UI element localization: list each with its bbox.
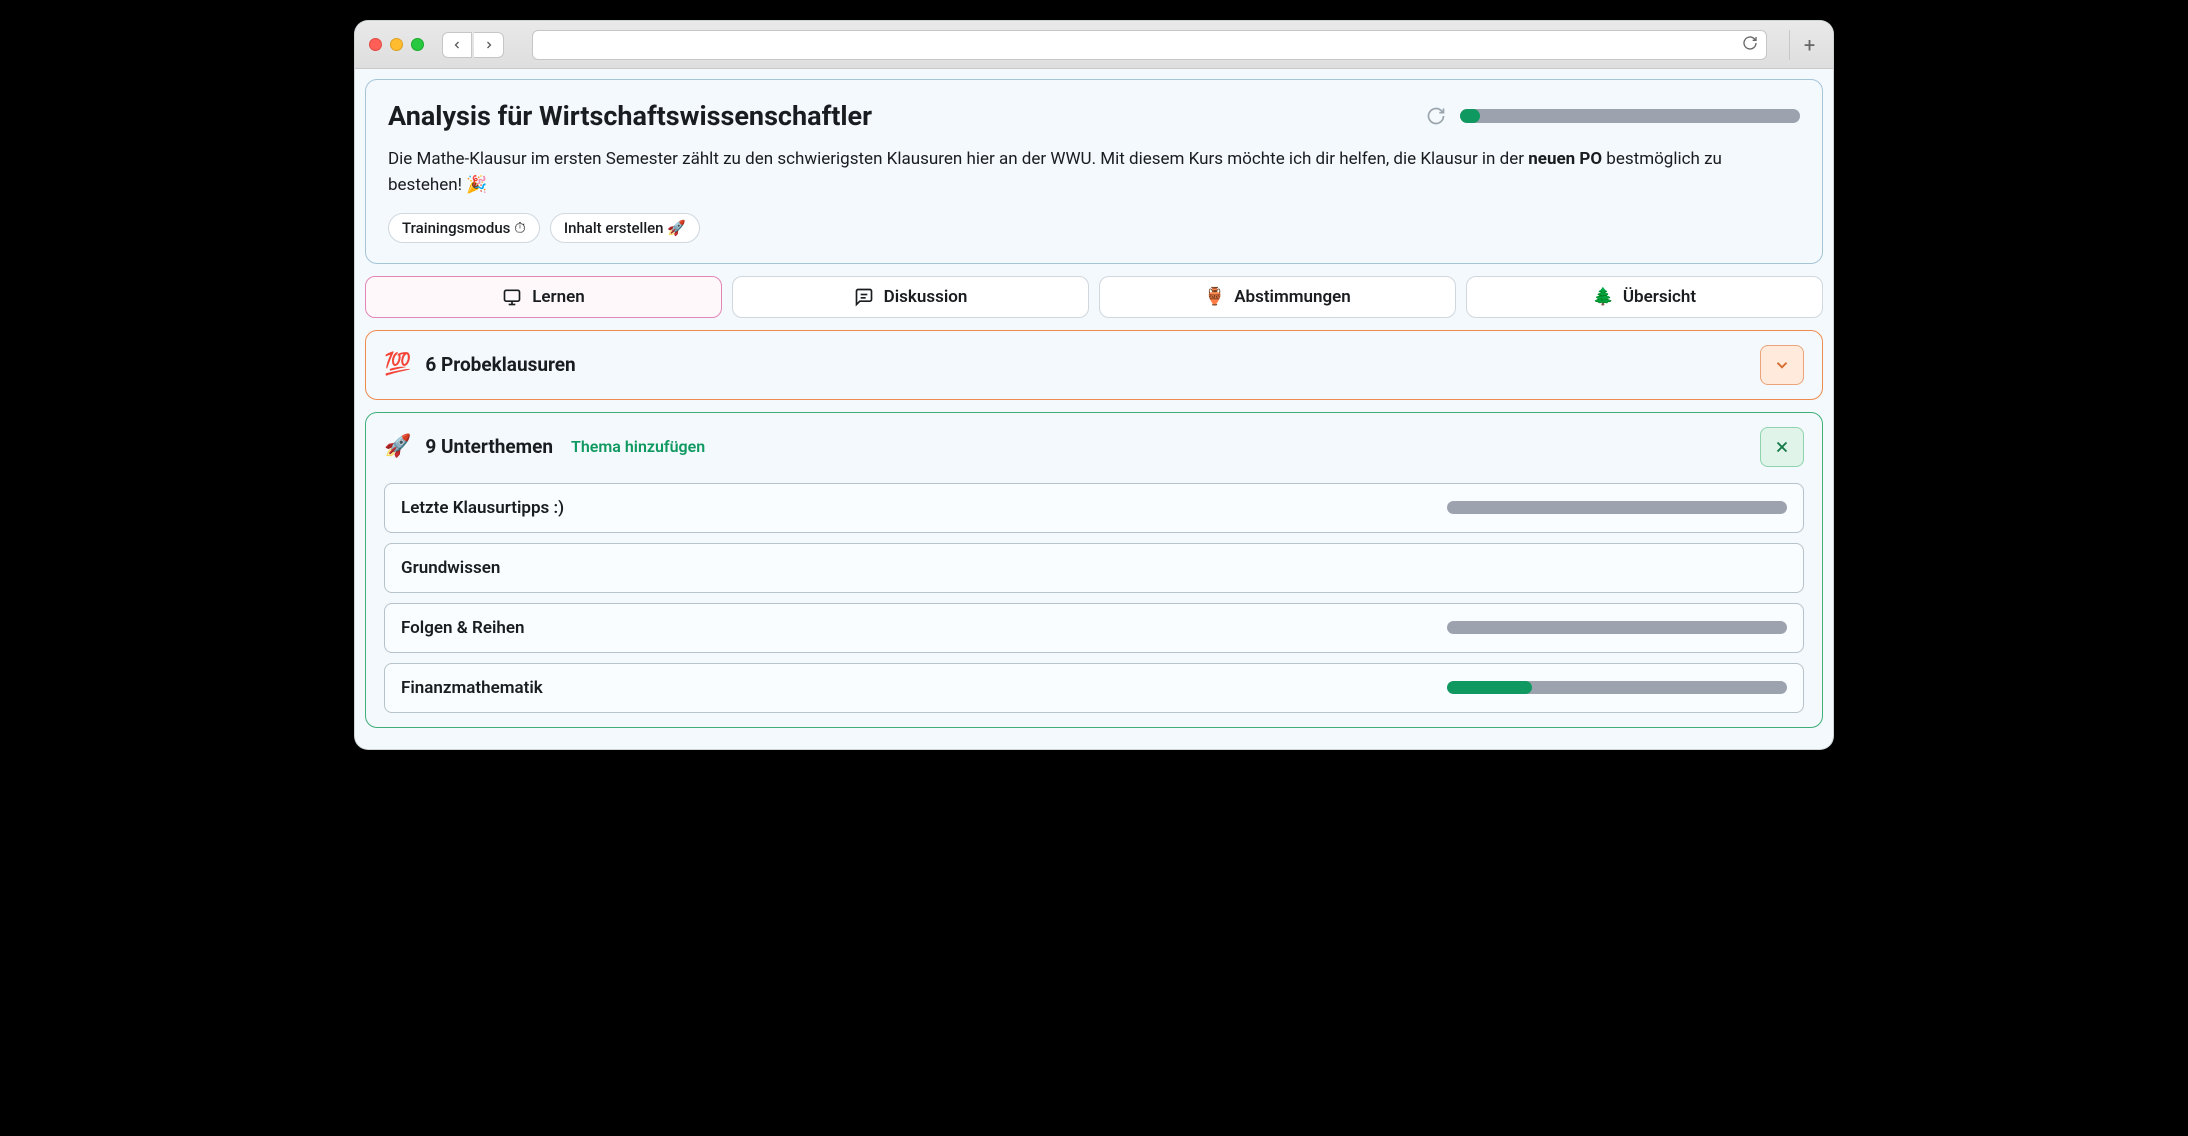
header-chips: Trainingsmodus ⏱ Inhalt erstellen 🚀	[388, 213, 1800, 243]
subtopic-title: Grundwissen	[401, 558, 1447, 578]
hundred-icon: 💯	[384, 352, 411, 377]
tab-polls-label: Abstimmungen	[1234, 287, 1351, 307]
vase-icon: 🏺	[1204, 287, 1224, 307]
tree-icon: 🌲	[1593, 287, 1613, 307]
subtopic-row[interactable]: Grundwissen	[384, 543, 1804, 593]
subtopic-title: Folgen & Reihen	[401, 618, 1447, 638]
page-title: Analysis für Wirtschaftswissenschaftler	[388, 100, 1412, 132]
tab-polls[interactable]: 🏺 Abstimmungen	[1099, 276, 1456, 318]
subtopic-row[interactable]: Folgen & Reihen	[384, 603, 1804, 653]
training-mode-chip[interactable]: Trainingsmodus ⏱	[388, 213, 540, 243]
tab-overview-label: Übersicht	[1623, 287, 1696, 307]
back-button[interactable]	[442, 32, 472, 58]
url-bar[interactable]	[532, 30, 1767, 60]
subtopic-progress-bar	[1447, 681, 1787, 694]
browser-window: + Analysis für Wirtschaftswissenschaftle…	[354, 20, 1834, 750]
subtopic-progress-bar	[1447, 621, 1787, 634]
desc-bold: neuen PO	[1528, 149, 1602, 169]
subtopics-panel-title: 9 Unterthemen	[425, 435, 553, 458]
overall-progress-fill	[1460, 109, 1480, 123]
practice-exams-panel: 💯 6 Probeklausuren	[365, 330, 1823, 400]
subtopic-row[interactable]: Letzte Klausurtipps :)	[384, 483, 1804, 533]
subtopic-row[interactable]: Finanzmathematik	[384, 663, 1804, 713]
tab-learn-label: Lernen	[532, 287, 585, 307]
tab-learn[interactable]: Lernen	[365, 276, 722, 318]
tab-discussion[interactable]: Diskussion	[732, 276, 1089, 318]
url-refresh-icon[interactable]	[1742, 35, 1758, 55]
maximize-window-button[interactable]	[411, 38, 424, 51]
forward-button[interactable]	[474, 32, 504, 58]
collapse-subtopics-button[interactable]	[1760, 427, 1804, 467]
desc-pre: Die Mathe-Klausur im ersten Semester zäh…	[388, 149, 1528, 169]
course-description: Die Mathe-Klausur im ersten Semester zäh…	[388, 146, 1800, 199]
tab-discussion-label: Diskussion	[884, 287, 968, 307]
expand-practice-button[interactable]	[1760, 345, 1804, 385]
overall-progress-bar	[1460, 109, 1800, 123]
practice-panel-title: 6 Probeklausuren	[425, 353, 575, 376]
subtopics-list: Letzte Klausurtipps :) Grundwissen Folgen …	[384, 483, 1804, 713]
tab-overview[interactable]: 🌲 Übersicht	[1466, 276, 1823, 318]
titlebar: +	[355, 21, 1833, 69]
subtopics-panel: 🚀 9 Unterthemen Thema hinzufügen Letzte …	[365, 412, 1823, 728]
new-tab-button[interactable]: +	[1789, 30, 1819, 60]
course-header-card: Analysis für Wirtschaftswissenschaftler …	[365, 79, 1823, 264]
window-controls	[369, 38, 424, 51]
add-topic-link[interactable]: Thema hinzufügen	[571, 437, 705, 456]
close-window-button[interactable]	[369, 38, 382, 51]
refresh-icon[interactable]	[1426, 106, 1446, 126]
subtopic-progress-bar	[1447, 501, 1787, 514]
subtopic-title: Letzte Klausurtipps :)	[401, 498, 1447, 518]
tab-bar: Lernen Diskussion 🏺 Abstimmungen 🌲 Übers…	[365, 276, 1823, 318]
rocket-icon: 🚀	[384, 434, 411, 459]
subtopic-progress-fill	[1447, 681, 1532, 694]
minimize-window-button[interactable]	[390, 38, 403, 51]
create-content-chip[interactable]: Inhalt erstellen 🚀	[550, 213, 700, 243]
page-content: Analysis für Wirtschaftswissenschaftler …	[355, 69, 1833, 749]
subtopic-title: Finanzmathematik	[401, 678, 1447, 698]
nav-buttons	[442, 32, 504, 58]
